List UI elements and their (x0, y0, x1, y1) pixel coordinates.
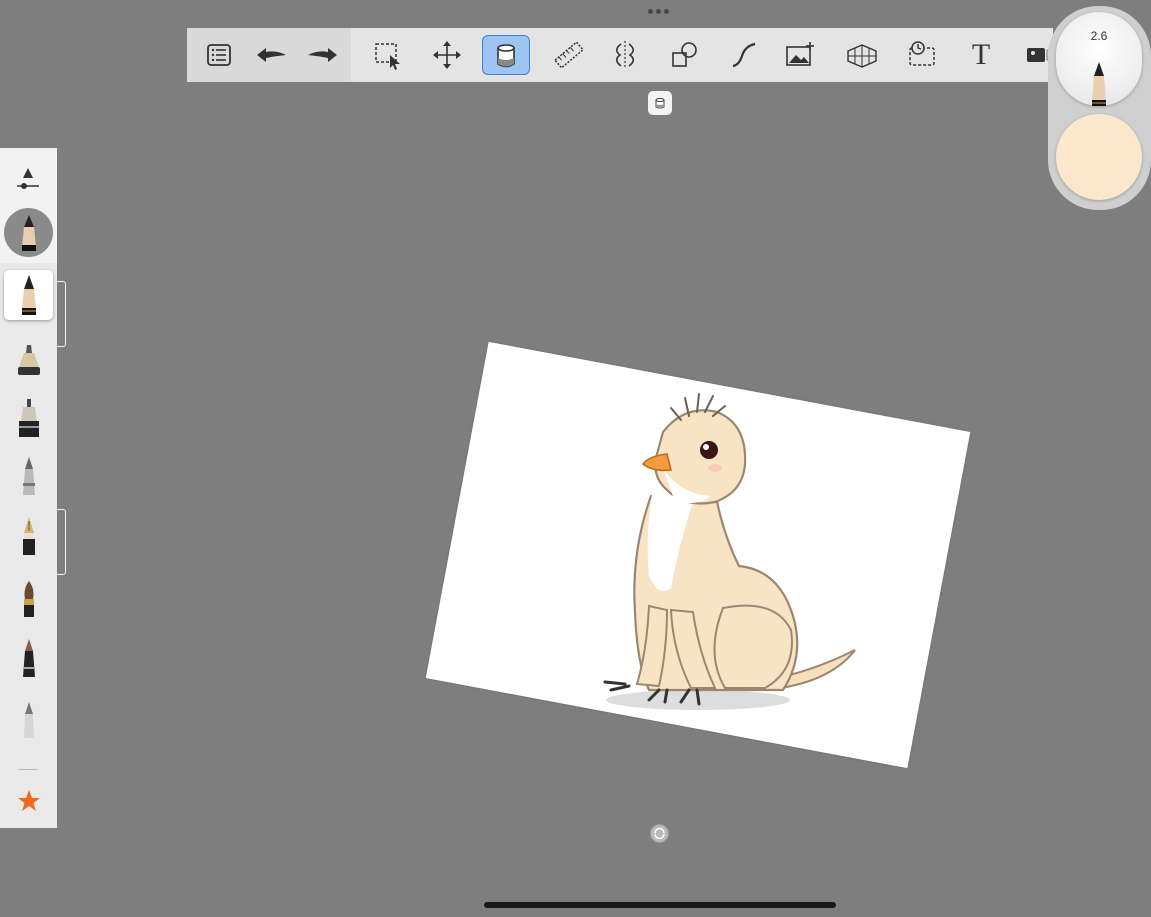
brush-library-button[interactable] (195, 35, 243, 75)
curve-button[interactable] (720, 35, 768, 75)
canvas-rotation-handle[interactable] (650, 824, 669, 843)
airbrush-icon (23, 702, 34, 738)
canvas[interactable] (425, 341, 971, 769)
shape-icon (672, 42, 697, 67)
ink-brush-button[interactable] (4, 334, 53, 384)
shape-button[interactable] (660, 35, 708, 75)
undo-button[interactable] (247, 35, 295, 75)
star-icon (17, 790, 40, 811)
perspective-guide-icon (847, 44, 877, 68)
fill-button[interactable] (482, 35, 530, 75)
curve-icon (732, 42, 756, 68)
pencil-brush-button[interactable] (4, 270, 53, 320)
fountain-pen-brush-button[interactable] (4, 512, 53, 562)
brush-size-value: 2.6 (1090, 29, 1108, 43)
list-icon (207, 44, 231, 66)
brush-puck: 2.6 (1048, 6, 1151, 210)
transform-icon (433, 41, 461, 69)
ballpoint-icon (22, 457, 35, 495)
import-image-icon (786, 42, 814, 66)
transform-button[interactable] (423, 35, 471, 75)
fountain-pen-icon (22, 517, 35, 555)
toolbar-grabber[interactable] (648, 9, 669, 14)
perspective-guide-button[interactable] (838, 35, 886, 75)
ruler-button[interactable] (545, 35, 593, 75)
text-icon: T (971, 38, 991, 71)
undo-icon (257, 48, 286, 62)
technical-pen-icon (18, 399, 39, 437)
redo-icon (308, 48, 337, 62)
paint-brush-icon (23, 581, 34, 617)
airbrush-brush-button[interactable] (4, 696, 53, 746)
timelapse-icon (909, 41, 935, 66)
import-image-button[interactable] (776, 35, 824, 75)
brush-size-puck[interactable]: 2.6 (1056, 12, 1142, 106)
home-indicator[interactable] (484, 902, 836, 908)
redo-button[interactable] (299, 35, 347, 75)
symmetry-button[interactable] (601, 35, 649, 75)
size-slider-icon[interactable] (14, 164, 42, 192)
technical-pen-brush-button[interactable] (4, 394, 53, 444)
ballpoint-brush-button[interactable] (4, 452, 53, 502)
active-tool-indicator[interactable] (648, 91, 672, 115)
brush-group-bracket (56, 281, 66, 347)
selection-icon (375, 43, 400, 70)
pencil-icon (1092, 62, 1106, 106)
top-toolbar: T (187, 28, 1053, 82)
symmetry-icon (615, 41, 635, 69)
text-button[interactable]: T (957, 35, 1005, 75)
timelapse-button[interactable] (898, 35, 946, 75)
fill-icon (497, 44, 515, 68)
ruler-icon (554, 41, 584, 69)
color-puck[interactable] (1056, 114, 1142, 200)
favorites-button[interactable] (4, 776, 53, 826)
brush-group-bracket (56, 509, 66, 575)
meerkat-drawing (603, 393, 856, 710)
brush-palette-header (0, 148, 57, 263)
selection-button[interactable] (364, 35, 412, 75)
current-brush-button[interactable] (4, 208, 53, 257)
marker-icon (22, 639, 35, 677)
brush-palette (0, 148, 66, 828)
palette-divider (18, 769, 38, 770)
pencil-icon (21, 214, 36, 251)
marker-brush-button[interactable] (4, 634, 53, 684)
rotate-icon (654, 827, 665, 840)
pencil-icon (21, 275, 36, 315)
paint-brush-button[interactable] (4, 574, 53, 624)
ink-pen-icon (17, 345, 40, 375)
fill-icon (655, 98, 665, 109)
